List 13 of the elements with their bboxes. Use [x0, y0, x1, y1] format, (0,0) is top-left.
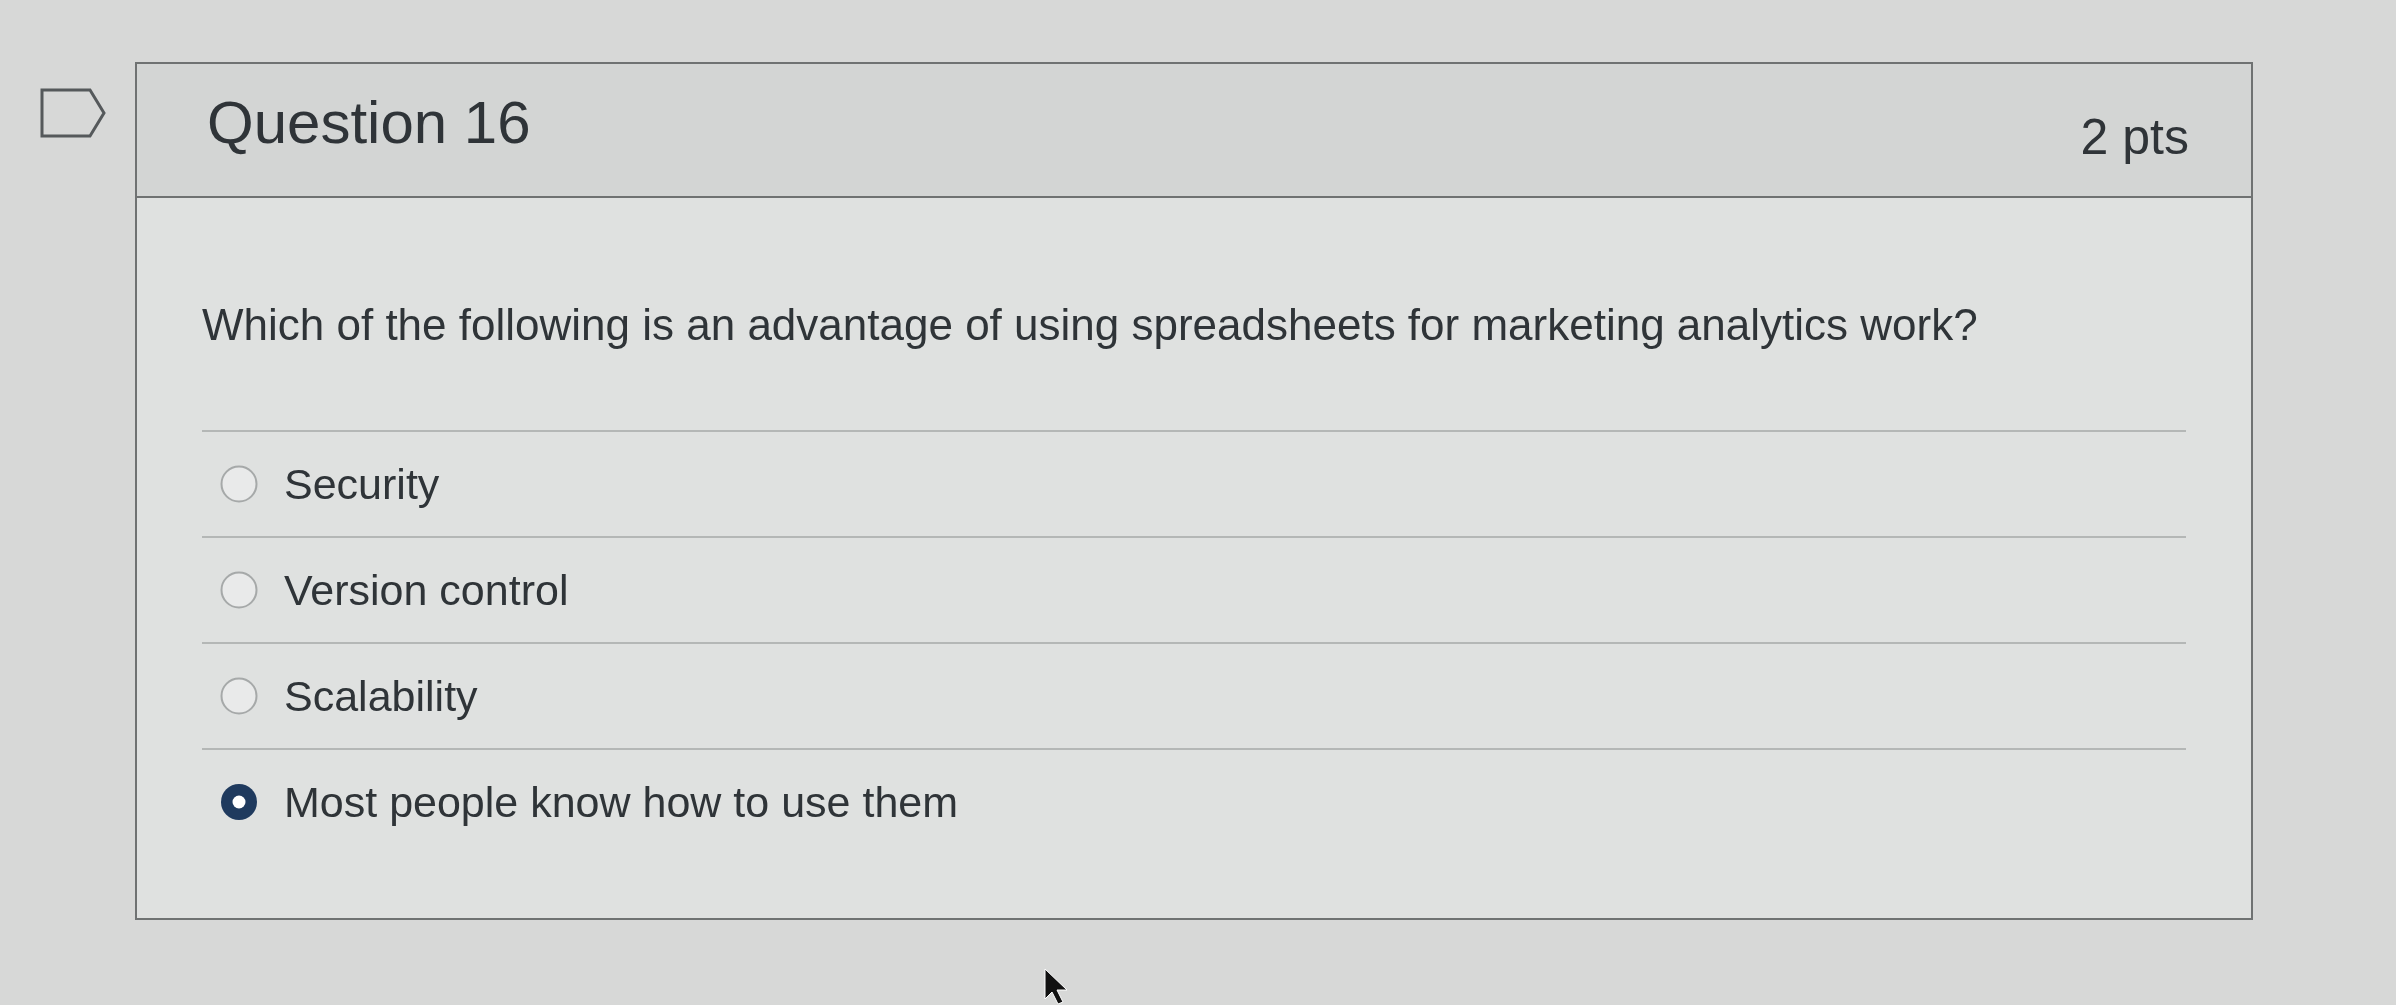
answer-label[interactable]: Scalability	[284, 670, 478, 722]
flag-icon[interactable]	[40, 88, 106, 138]
radio-button[interactable]	[220, 571, 258, 609]
radio-button[interactable]	[220, 677, 258, 715]
question-title: Question 16	[207, 88, 531, 158]
answer-label[interactable]: Most people know how to use them	[284, 776, 959, 828]
question-text: Which of the following is an advantage of using spreadsheets for marketing analytics work?	[202, 299, 1979, 351]
radio-button[interactable]	[220, 783, 258, 821]
answer-label[interactable]: Security	[284, 458, 440, 510]
radio-button[interactable]	[220, 465, 258, 503]
mouse-cursor-icon	[1044, 968, 1070, 1005]
answer-label[interactable]: Version control	[284, 564, 569, 616]
points-label: 2 pts	[2080, 108, 2189, 167]
